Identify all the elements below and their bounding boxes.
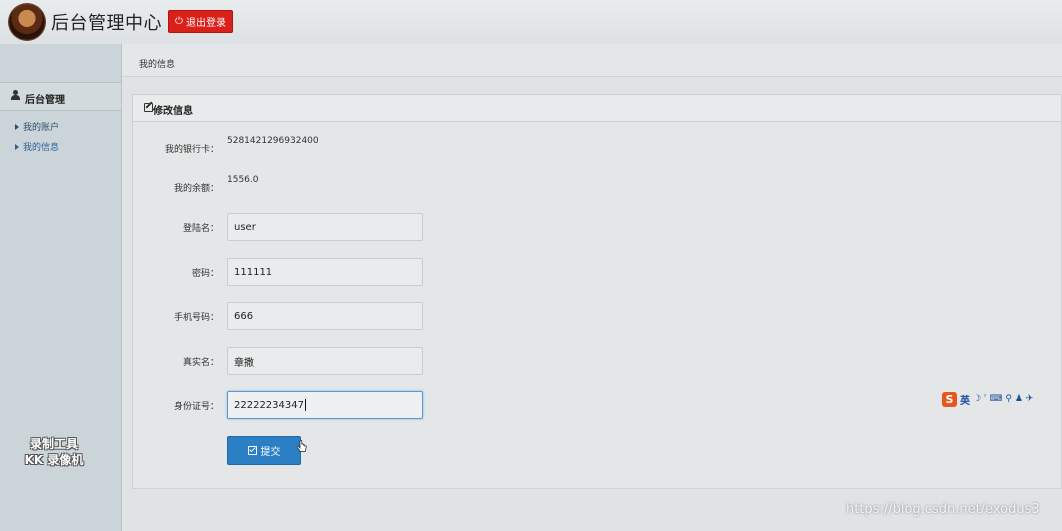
- sidebar: 后台管理 我的账户 我的信息 录制工具 KK 录像机: [0, 44, 122, 531]
- watermark-line: KK 录像机: [24, 453, 84, 467]
- realname-label: 真实名：: [182, 358, 219, 368]
- power-icon: ⏻: [175, 15, 183, 27]
- edit-info-panel: 修改信息 我的银行卡： 5281421296932400 我的余额： 1556.…: [132, 94, 1062, 489]
- phone-input[interactable]: 666: [227, 302, 423, 330]
- breadcrumb-current: 我的信息: [139, 60, 176, 70]
- recorder-watermark: 录制工具 KK 录像机: [14, 436, 94, 468]
- ime-tool-icons[interactable]: ☽ ʾ ⌨ ⚲ ♟ ✈: [973, 394, 1033, 404]
- submit-button[interactable]: 提交: [227, 436, 301, 465]
- text-caret: [305, 399, 306, 411]
- sidebar-section-header[interactable]: 后台管理: [0, 82, 121, 111]
- balance-value: 1556.0: [227, 175, 259, 185]
- sidebar-item-my-account[interactable]: 我的账户: [15, 120, 59, 133]
- caret-right-icon: [15, 123, 19, 130]
- sidebar-item-label: 我的信息: [23, 143, 60, 153]
- hand-pointer-icon: [297, 440, 307, 452]
- username-label: 登陆名：: [182, 224, 219, 234]
- idcard-input-value: 22222234347: [234, 399, 304, 411]
- avatar: [9, 4, 45, 40]
- sogou-logo-icon[interactable]: S: [942, 391, 957, 407]
- username-input-value: user: [234, 221, 256, 233]
- user-icon: [11, 90, 20, 100]
- balance-label: 我的余额：: [173, 184, 219, 194]
- panel-title: 修改信息: [153, 106, 193, 117]
- password-input-value: 111111: [234, 266, 273, 278]
- panel-header: 修改信息: [133, 95, 1061, 122]
- logout-button[interactable]: ⏻ 退出登录: [168, 10, 233, 33]
- sidebar-item-my-info[interactable]: 我的信息: [15, 140, 59, 153]
- breadcrumb: 我的信息: [122, 44, 1062, 77]
- edit-icon: [144, 103, 153, 112]
- check-square-icon: [247, 446, 257, 455]
- idcard-label: 身份证号：: [173, 402, 219, 412]
- source-watermark: https://blog.csdn.net/exodus3: [846, 502, 1040, 517]
- caret-right-icon: [15, 143, 19, 150]
- realname-input-value: 章撒: [234, 357, 254, 369]
- submit-label: 提交: [260, 447, 281, 458]
- sidebar-item-label: 我的账户: [23, 123, 60, 133]
- username-input[interactable]: user: [227, 213, 423, 241]
- app-title: 后台管理中心: [51, 13, 162, 34]
- sidebar-section-title: 后台管理: [25, 95, 65, 106]
- password-label: 密码：: [191, 269, 219, 279]
- ime-toolbar[interactable]: S 英 ☽ ʾ ⌨ ⚲ ♟ ✈: [942, 390, 1062, 408]
- top-header: 后台管理中心 ⏻ 退出登录: [0, 0, 1062, 44]
- logout-label: 退出登录: [185, 18, 226, 29]
- watermark-line: 录制工具: [29, 437, 78, 451]
- idcard-input[interactable]: 22222234347: [227, 391, 423, 419]
- phone-label: 手机号码：: [173, 313, 219, 323]
- bank-card-label: 我的银行卡：: [164, 145, 219, 155]
- password-input[interactable]: 111111: [227, 258, 423, 286]
- bank-card-value: 5281421296932400: [227, 136, 319, 146]
- phone-input-value: 666: [234, 310, 254, 322]
- realname-input[interactable]: 章撒: [227, 347, 423, 375]
- ime-language-toggle[interactable]: 英: [960, 392, 970, 407]
